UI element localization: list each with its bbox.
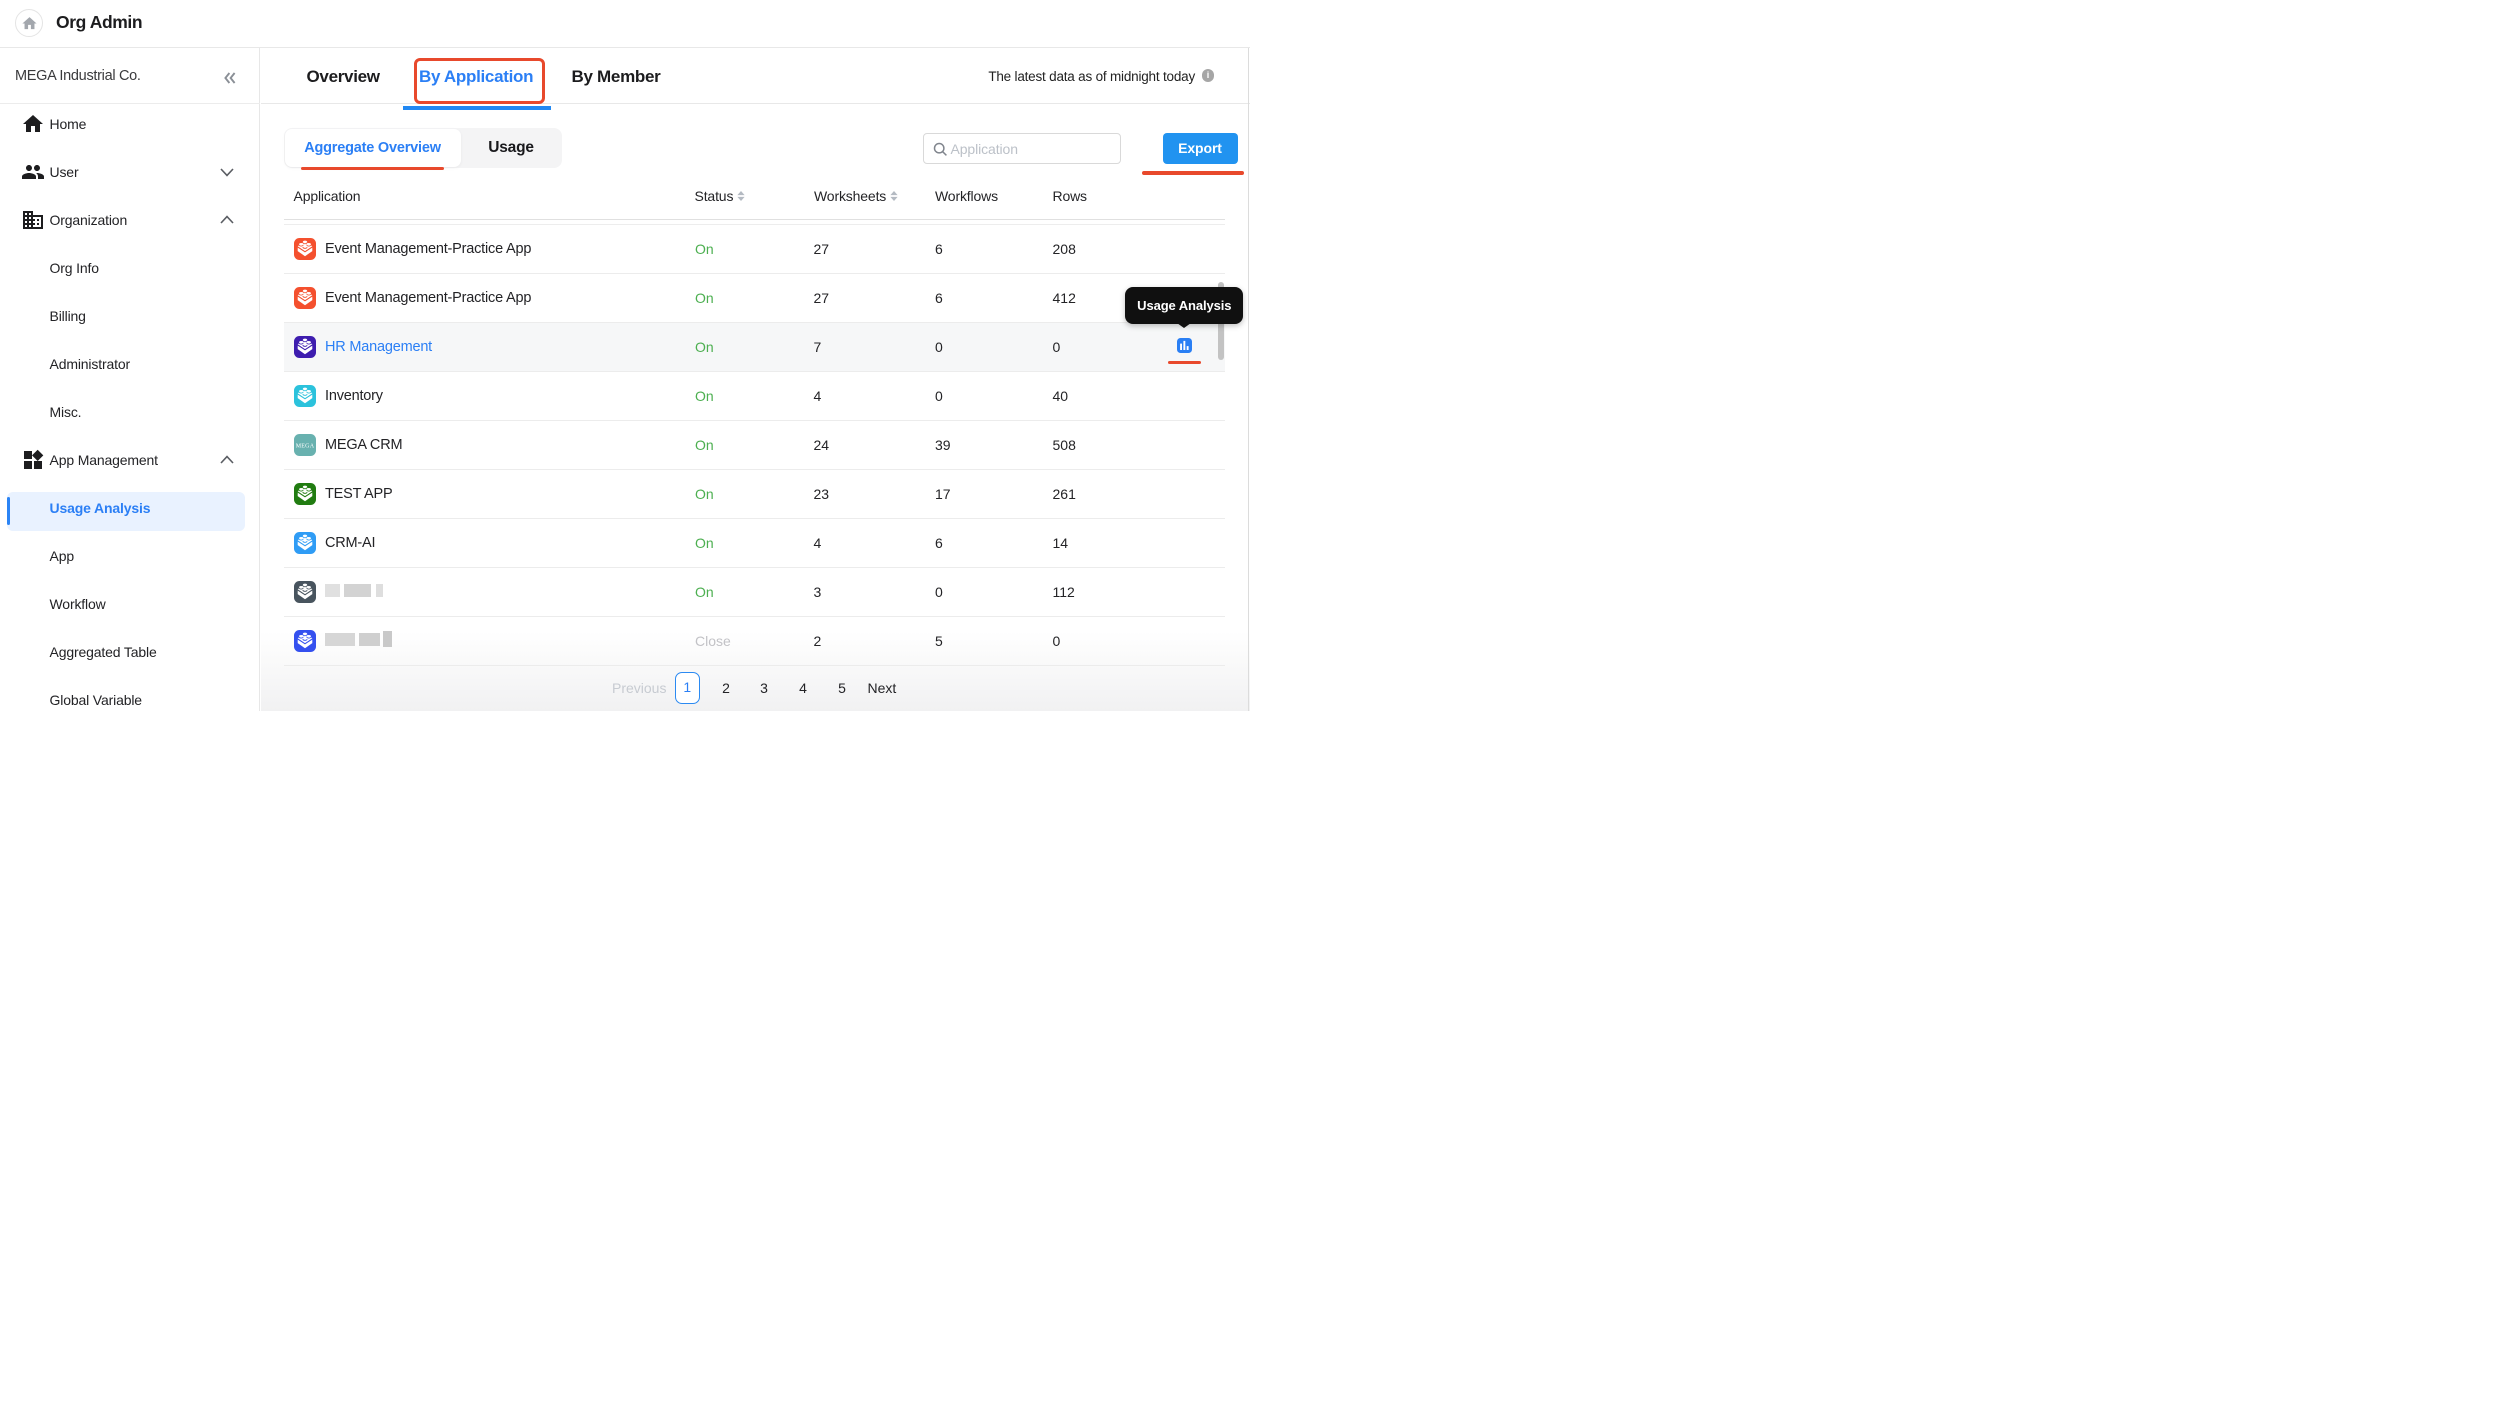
svg-text:MEGA: MEGA: [295, 443, 314, 449]
